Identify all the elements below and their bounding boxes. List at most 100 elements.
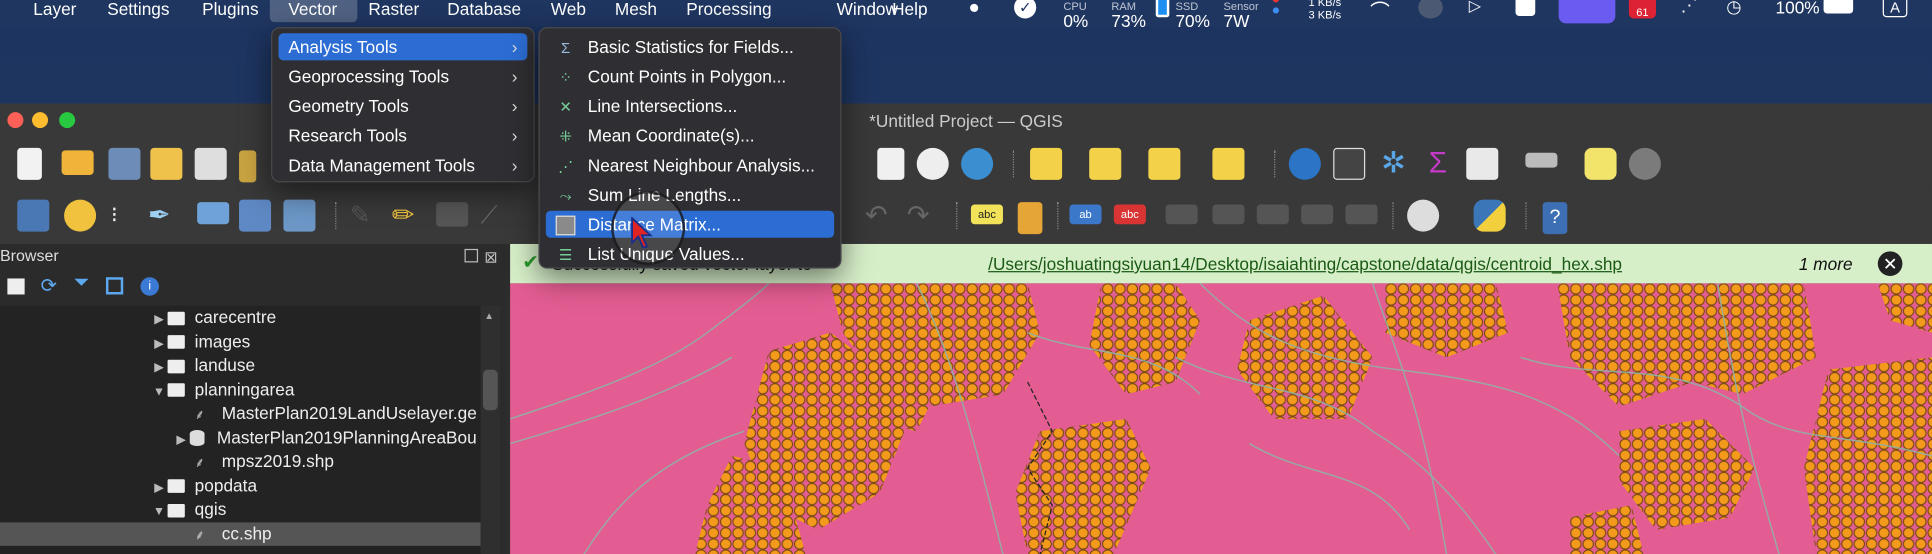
label-properties-icon[interactable] bbox=[1345, 204, 1378, 225]
more-messages[interactable]: 1 more bbox=[1799, 244, 1853, 283]
save-project-icon[interactable] bbox=[108, 147, 141, 180]
python-console-icon[interactable] bbox=[1473, 199, 1506, 232]
identify-features-icon[interactable] bbox=[1288, 147, 1321, 180]
menu-item-count-points[interactable]: ⁘ Count Points in Polygon... bbox=[546, 63, 834, 90]
menu-mesh[interactable]: Mesh bbox=[606, 0, 665, 22]
menu-settings[interactable]: Settings bbox=[99, 0, 179, 22]
wifi-tool-icon[interactable]: ⌒ bbox=[1370, 0, 1390, 23]
menu-item-geometry-tools[interactable]: Geometry Tools › bbox=[278, 92, 527, 119]
menu-item-data-management-tools[interactable]: Data Management Tools › bbox=[278, 152, 527, 179]
time-machine-icon[interactable]: ◷ bbox=[1726, 0, 1741, 23]
menu-layer[interactable]: Layer bbox=[25, 0, 85, 22]
menu-item-basic-statistics[interactable]: Σ Basic Statistics for Fields... bbox=[546, 33, 834, 60]
info-icon[interactable]: i bbox=[140, 277, 159, 296]
scroll-up-icon[interactable]: ▲ bbox=[484, 310, 494, 321]
rotate-label-icon[interactable] bbox=[1212, 204, 1245, 225]
new-mesh-layer-icon[interactable] bbox=[239, 199, 272, 232]
change-label-icon[interactable] bbox=[1256, 204, 1289, 225]
notification-badge[interactable]: 61 bbox=[1628, 0, 1656, 19]
new-print-layout-icon[interactable] bbox=[150, 147, 183, 180]
select-by-value-icon[interactable] bbox=[1089, 147, 1122, 180]
close-message-icon[interactable]: ✕ bbox=[1877, 251, 1903, 276]
tree-item-popdata[interactable]: ▶ popdata bbox=[0, 474, 481, 498]
settings-gear-icon[interactable]: ✲ bbox=[1378, 147, 1410, 180]
zoom-window-button[interactable] bbox=[59, 112, 76, 129]
menu-help[interactable]: Help bbox=[883, 0, 936, 22]
menu-database[interactable]: Database bbox=[439, 0, 530, 22]
new-geopackage-icon[interactable] bbox=[64, 199, 97, 232]
tree-item-cc-shp[interactable]: ⸙ cc.shp bbox=[0, 521, 481, 546]
save-edits-icon[interactable] bbox=[436, 202, 469, 227]
close-window-button[interactable] bbox=[7, 112, 24, 129]
label-toolbar-icon[interactable]: abc bbox=[970, 204, 1003, 225]
tree-item-mpsz2019[interactable]: ⸙ mpsz2019.shp bbox=[0, 450, 481, 474]
arrow-circle-icon[interactable] bbox=[1418, 0, 1443, 19]
attribute-table-icon[interactable] bbox=[1333, 147, 1366, 180]
float-panel-icon[interactable] bbox=[464, 248, 479, 263]
check-icon[interactable]: ✓ bbox=[1014, 0, 1037, 19]
temporal-controller-icon[interactable] bbox=[916, 147, 949, 180]
menu-web[interactable]: Web bbox=[542, 0, 594, 22]
menu-item-mean-coordinates[interactable]: ⁜ Mean Coordinate(s)... bbox=[546, 122, 834, 149]
statistics-sigma-icon[interactable]: Σ bbox=[1422, 147, 1454, 180]
select-features-icon[interactable] bbox=[1030, 147, 1063, 180]
scroll-thumb[interactable] bbox=[482, 369, 498, 411]
move-label-icon[interactable] bbox=[1165, 204, 1198, 225]
map-canvas[interactable] bbox=[510, 283, 1932, 554]
menu-item-nearest-neighbour[interactable]: ⋰ Nearest Neighbour Analysis... bbox=[546, 152, 834, 179]
tree-item-carecentre[interactable]: ▶ carecentre bbox=[0, 306, 481, 330]
refresh-icon[interactable] bbox=[961, 147, 994, 180]
contact-card-icon[interactable] bbox=[1515, 0, 1536, 17]
undo-icon[interactable]: ↶ bbox=[865, 201, 897, 234]
menu-item-distance-matrix[interactable]: Distance Matrix... bbox=[545, 210, 835, 238]
open-table-icon[interactable] bbox=[1466, 147, 1499, 180]
layout-manager-icon[interactable] bbox=[194, 147, 227, 180]
new-scratch-layer-icon[interactable]: ⁝ bbox=[111, 202, 143, 234]
brightness-icon[interactable]: ⋰ bbox=[1681, 0, 1698, 22]
redo-icon[interactable]: ↷ bbox=[907, 201, 939, 234]
tree-item-images[interactable]: ▶ images bbox=[0, 330, 481, 354]
tree-scrollbar[interactable]: ▲ bbox=[480, 305, 501, 554]
data-source-manager-icon[interactable] bbox=[17, 199, 50, 232]
select-location-icon[interactable] bbox=[1212, 147, 1245, 180]
saved-layer-link[interactable]: /Users/joshuatingsiyuan14/Desktop/isaiah… bbox=[988, 244, 1622, 283]
refresh-browser-icon[interactable]: ⟳ bbox=[41, 274, 58, 299]
plugin-gear-icon[interactable] bbox=[1628, 147, 1661, 180]
add-feature-icon[interactable]: ⟋ bbox=[481, 202, 513, 234]
menu-item-analysis-tools[interactable]: Analysis Tools › bbox=[278, 33, 528, 61]
add-layer-icon[interactable] bbox=[7, 278, 25, 295]
deselect-all-icon[interactable] bbox=[1148, 147, 1181, 180]
tree-item-planningarea[interactable]: ▼ planningarea bbox=[0, 378, 481, 402]
close-panel-icon[interactable]: ⊠ bbox=[484, 245, 497, 270]
menu-item-geoprocessing-tools[interactable]: Geoprocessing Tools › bbox=[278, 63, 527, 90]
digitize-pen-icon[interactable]: ✒ bbox=[148, 200, 180, 232]
new-project-icon[interactable] bbox=[17, 147, 42, 180]
tree-item-landuse-layer[interactable]: ⸙ MasterPlan2019LandUselayer.ge bbox=[0, 402, 481, 426]
measure-icon[interactable] bbox=[1525, 152, 1558, 168]
style-manager-icon[interactable] bbox=[239, 150, 257, 183]
input-source-icon[interactable]: A bbox=[1882, 0, 1908, 18]
show-hide-labels-icon[interactable] bbox=[1301, 204, 1334, 225]
tree-item-qgis[interactable]: ▼ qgis bbox=[0, 498, 481, 522]
minimize-window-button[interactable] bbox=[32, 112, 49, 129]
locator-globe-icon[interactable] bbox=[1407, 199, 1440, 232]
filter-icon[interactable]: ⏷ bbox=[74, 272, 90, 294]
menu-vector[interactable]: Vector bbox=[269, 0, 357, 23]
collapse-all-icon[interactable] bbox=[105, 277, 124, 295]
diagram-icon[interactable] bbox=[1017, 202, 1043, 235]
highlight-labels-icon[interactable]: abc bbox=[1113, 204, 1146, 225]
menu-item-sum-line-lengths[interactable]: ⤳ Sum Line Lengths... bbox=[546, 181, 834, 208]
map-tips-icon[interactable] bbox=[1584, 147, 1617, 180]
menu-plugins[interactable]: Plugins bbox=[193, 0, 267, 22]
help-icon[interactable]: ? bbox=[1542, 202, 1568, 235]
play-circle-icon[interactable]: ▷ bbox=[1469, 0, 1481, 23]
screen-mirror-icon[interactable] bbox=[1558, 0, 1616, 24]
tree-item-landuse[interactable]: ▶ landuse bbox=[0, 354, 481, 378]
menu-raster[interactable]: Raster bbox=[360, 0, 428, 22]
tree-item-planning-boundary[interactable]: ▶ MasterPlan2019PlanningAreaBou bbox=[0, 426, 481, 450]
menu-item-line-intersections[interactable]: ✕ Line Intersections... bbox=[546, 92, 834, 119]
menu-item-research-tools[interactable]: Research Tools › bbox=[278, 122, 527, 149]
menu-processing[interactable]: Processing bbox=[678, 0, 781, 22]
bookmark-icon[interactable] bbox=[877, 147, 905, 180]
menu-item-list-unique-values[interactable]: ☰ List Unique Values... bbox=[546, 240, 834, 267]
